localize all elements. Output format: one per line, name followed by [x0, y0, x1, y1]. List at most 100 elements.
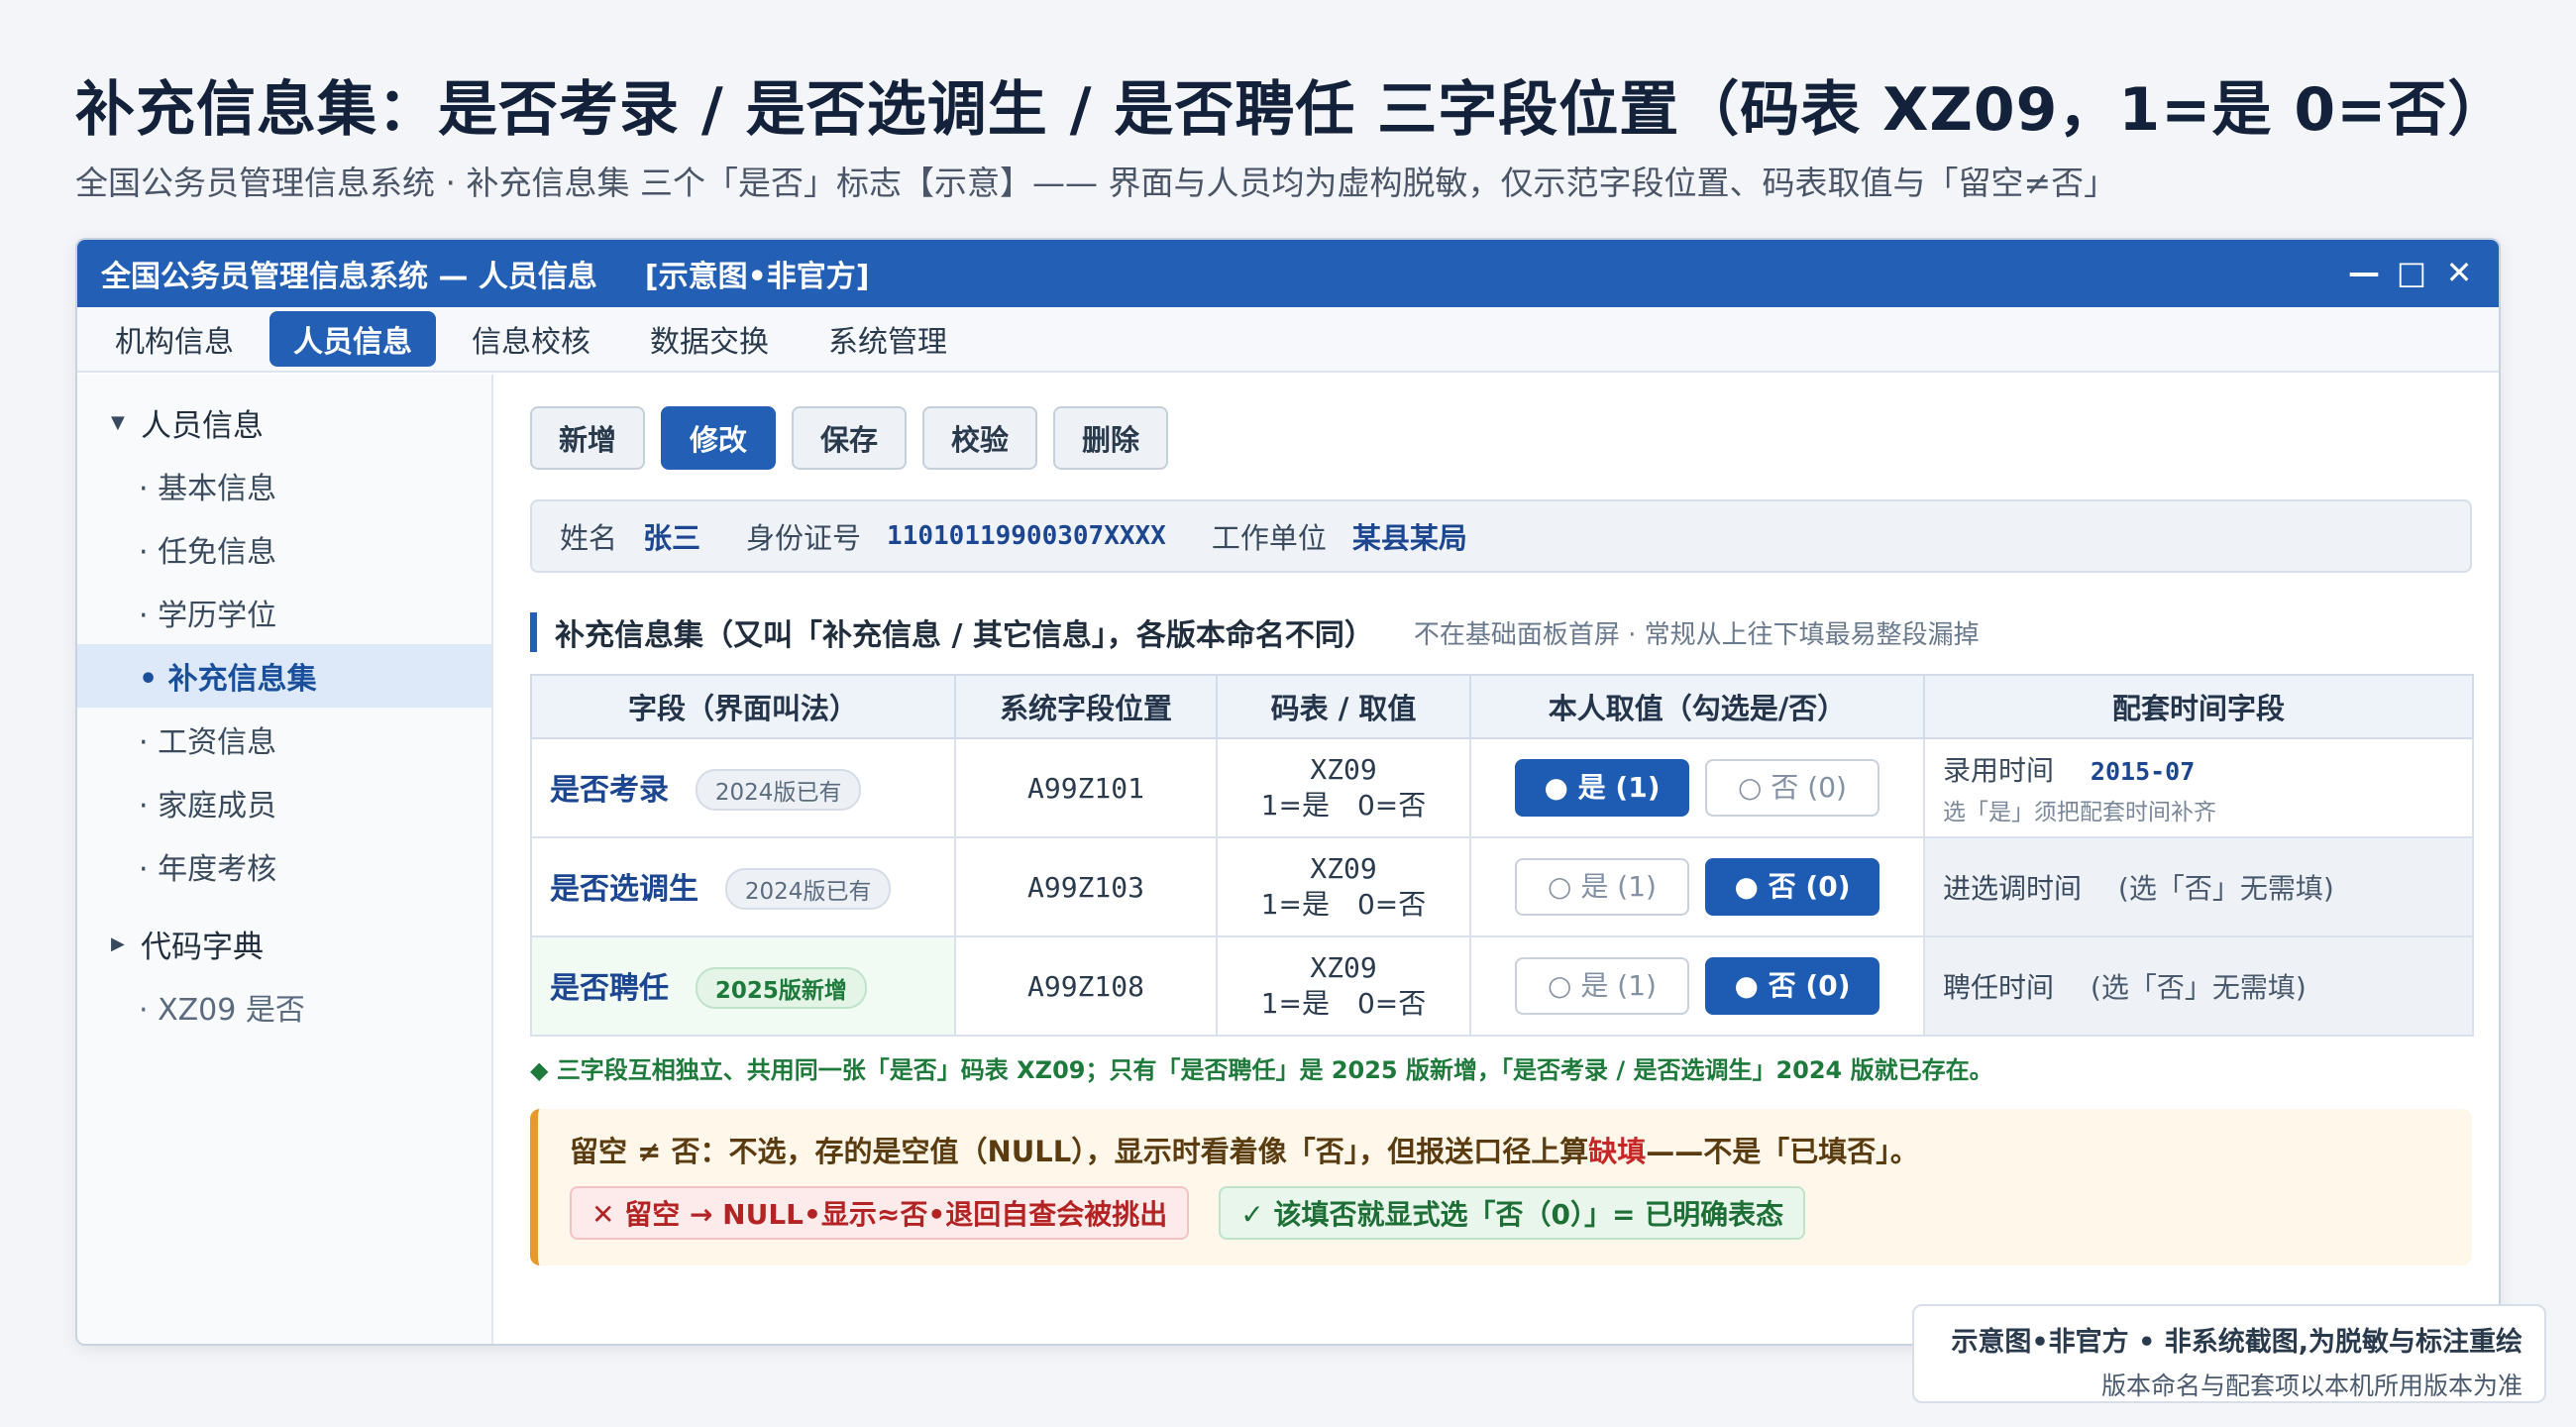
name-label: 姓名	[560, 521, 618, 555]
column-header: 码表 / 取值	[1216, 674, 1471, 739]
sidebar-item-basic[interactable]: · 基本信息	[77, 454, 491, 517]
save-button[interactable]: 保存	[792, 406, 907, 470]
tree-group-label: 代码字典	[141, 929, 264, 965]
callout-highlight: 缺填	[1588, 1135, 1647, 1168]
callout-tags: ✕ 留空 → NULL•显示≈否•退回自查会被挑出 ✓ 该填否就显式选「否（0）…	[570, 1186, 2472, 1240]
table-row: 是否选调生 2024版已有 A99Z103 XZ09 1=是 0=否 ○ 是 (…	[530, 836, 2474, 937]
field-name-cell: 是否聘任 2025版新增	[530, 935, 956, 1037]
callout-text-part: ——不是「已填否」。	[1646, 1135, 1919, 1168]
window-tag: [示意图•非官方]	[644, 260, 870, 294]
code-values: 1=是 0=否	[1260, 987, 1427, 1020]
tree-group-label: 人员信息	[141, 407, 264, 444]
close-icon[interactable]: ✕	[2441, 252, 2477, 293]
disclaimer-line: 示意图•非官方 • 非系统截图,为脱敏与标注重绘	[1951, 1327, 2522, 1358]
time-note: (选「否」无需填)	[2090, 971, 2307, 1004]
time-note: (选「否」无需填)	[2117, 872, 2334, 905]
column-header: 字段（界面叫法）	[530, 674, 956, 739]
disclaimer-line: 版本命名与配套项以本机所用版本为准	[2100, 1372, 2522, 1400]
menu-system[interactable]: 系统管理	[805, 311, 971, 367]
validate-button[interactable]: 校验	[922, 406, 1037, 470]
version-badge: 2024版已有	[695, 769, 862, 811]
sidebar-item-education[interactable]: · 学历学位	[77, 581, 491, 644]
field-name-cell: 是否选调生 2024版已有	[530, 836, 956, 937]
id-label: 身份证号	[746, 521, 862, 555]
column-header: 本人取值（勾选是/否）	[1469, 674, 1925, 739]
code-table-name: XZ09	[1310, 852, 1377, 885]
window-titlebar: 全国公务员管理信息系统 — 人员信息 [示意图•非官方] — □ ✕	[77, 240, 2499, 307]
yes-option[interactable]: ○ 是 (1)	[1515, 858, 1689, 916]
table-row: 是否考录 2024版已有 A99Z101 XZ09 1=是 0=否 ● 是 (1…	[530, 737, 2474, 838]
toolbar: 新增 修改 保存 校验 删除	[530, 406, 2472, 472]
sidebar-item-supplementary[interactable]: • 补充信息集	[77, 644, 491, 708]
maximize-icon[interactable]: □	[2394, 252, 2429, 293]
time-cell: 进选调时间 (选「否」无需填)	[1923, 836, 2474, 937]
no-option[interactable]: ● 否 (0)	[1705, 858, 1879, 916]
page-subtitle: 全国公务员管理信息系统 · 补充信息集 三个「是否」标志【示意】—— 界面与人员…	[75, 164, 2117, 202]
column-header: 系统字段位置	[954, 674, 1218, 739]
sidebar: ▼ 人员信息 · 基本信息 · 任免信息 · 学历学位 • 补充信息集 · 工资…	[77, 375, 493, 1344]
callout-text-part: 留空 ≠ 否：不选，存的是空值（NULL），显示时看着像「否」，但报送口径上算	[570, 1135, 1589, 1168]
section-note: 不在基础面板首屏 · 常规从上往下填最易整段漏掉	[1413, 619, 1980, 650]
app-window: 全国公务员管理信息系统 — 人员信息 [示意图•非官方] — □ ✕ 机构信息 …	[75, 238, 2501, 1346]
disclaimer-box: 示意图•非官方 • 非系统截图,为脱敏与标注重绘 版本命名与配套项以本机所用版本…	[1912, 1304, 2546, 1403]
field-name-cell: 是否考录 2024版已有	[530, 737, 956, 838]
time-hint: 选「是」须把配套时间补齐	[1943, 800, 2216, 825]
callout-text: 留空 ≠ 否：不选，存的是空值（NULL），显示时看着像「否」，但报送口径上算缺…	[570, 1129, 2472, 1170]
menu-data-exchange[interactable]: 数据交换	[626, 311, 793, 367]
choice-cell: ○ 是 (1) ● 否 (0)	[1469, 836, 1925, 937]
no-option[interactable]: ● 否 (0)	[1705, 957, 1879, 1015]
version-badge-new: 2025版新增	[695, 967, 867, 1009]
right-practice-tag: ✓ 该填否就显式选「否（0）」= 已明确表态	[1219, 1186, 1806, 1240]
edit-button[interactable]: 修改	[661, 406, 776, 470]
menu-bar: 机构信息 人员信息 信息校核 数据交换 系统管理	[77, 307, 2499, 373]
add-button[interactable]: 新增	[530, 406, 645, 470]
field-name: 是否聘任	[550, 971, 669, 1006]
time-label: 录用时间	[1943, 754, 2055, 787]
name-value: 张三	[643, 521, 701, 555]
id-value: 11010119900307XXXX	[887, 521, 1166, 551]
sidebar-item-salary[interactable]: · 工资信息	[77, 708, 491, 771]
delete-button[interactable]: 删除	[1053, 406, 1168, 470]
sidebar-item-annual-review[interactable]: · 年度考核	[77, 834, 491, 898]
warning-callout: 留空 ≠ 否：不选，存的是空值（NULL），显示时看着像「否」，但报送口径上算缺…	[530, 1109, 2472, 1265]
field-position: A99Z103	[954, 836, 1218, 937]
menu-person-info[interactable]: 人员信息	[269, 311, 436, 367]
section-title: 补充信息集（又叫「补充信息 / 其它信息」，各版本命名不同）	[555, 618, 1374, 653]
menu-verify[interactable]: 信息校核	[448, 311, 614, 367]
time-cell: 聘任时间 (选「否」无需填)	[1923, 935, 2474, 1037]
code-table-name: XZ09	[1310, 753, 1377, 786]
sidebar-item-xz09[interactable]: · XZ09 是否	[77, 975, 491, 1039]
yes-option[interactable]: ● 是 (1)	[1515, 759, 1689, 817]
caret-right-icon: ▶	[111, 933, 125, 954]
minimize-icon[interactable]: —	[2346, 252, 2382, 293]
code-cell: XZ09 1=是 0=否	[1216, 737, 1471, 838]
code-table-name: XZ09	[1310, 951, 1377, 984]
tree-group-person[interactable]: ▼ 人员信息	[77, 390, 491, 454]
unit-value: 某县某局	[1351, 521, 1467, 555]
column-header: 配套时间字段	[1923, 674, 2474, 739]
caret-down-icon: ▼	[111, 411, 125, 433]
table-row: 是否聘任 2025版新增 A99Z108 XZ09 1=是 0=否 ○ 是 (1…	[530, 935, 2474, 1037]
sidebar-item-family[interactable]: · 家庭成员	[77, 771, 491, 834]
unit-label: 工作单位	[1211, 521, 1327, 555]
tree-group-code-dict[interactable]: ▶ 代码字典	[77, 912, 491, 975]
menu-org-info[interactable]: 机构信息	[91, 311, 258, 367]
window-title: 全国公务员管理信息系统 — 人员信息	[101, 260, 597, 294]
main-content: 新增 修改 保存 校验 删除 姓名 张三 身份证号 11010119900307…	[530, 406, 2474, 1265]
fields-note: ◆ 三字段互相独立、共用同一张「是否」码表 XZ09；只有「是否聘任」是 202…	[530, 1056, 1993, 1084]
choice-cell: ○ 是 (1) ● 否 (0)	[1469, 935, 1925, 1037]
choice-cell: ● 是 (1) ○ 否 (0)	[1469, 737, 1925, 838]
yes-option[interactable]: ○ 是 (1)	[1515, 957, 1689, 1015]
field-position: A99Z101	[954, 737, 1218, 838]
no-option[interactable]: ○ 否 (0)	[1705, 759, 1879, 817]
window-controls: — □ ✕	[2346, 252, 2477, 293]
code-values: 1=是 0=否	[1260, 789, 1427, 822]
table-header-row: 字段（界面叫法） 系统字段位置 码表 / 取值 本人取值（勾选是/否） 配套时间…	[530, 674, 2474, 739]
time-label: 进选调时间	[1943, 872, 2083, 905]
sidebar-item-appointment[interactable]: · 任免信息	[77, 517, 491, 581]
field-name: 是否选调生	[550, 872, 698, 907]
time-value[interactable]: 2015-07	[2091, 757, 2195, 786]
section-header: 补充信息集（又叫「补充信息 / 其它信息」，各版本命名不同） 不在基础面板首屏 …	[530, 612, 2472, 653]
fields-table: 字段（界面叫法） 系统字段位置 码表 / 取值 本人取值（勾选是/否） 配套时间…	[530, 674, 2474, 1037]
version-badge: 2024版已有	[724, 868, 892, 910]
